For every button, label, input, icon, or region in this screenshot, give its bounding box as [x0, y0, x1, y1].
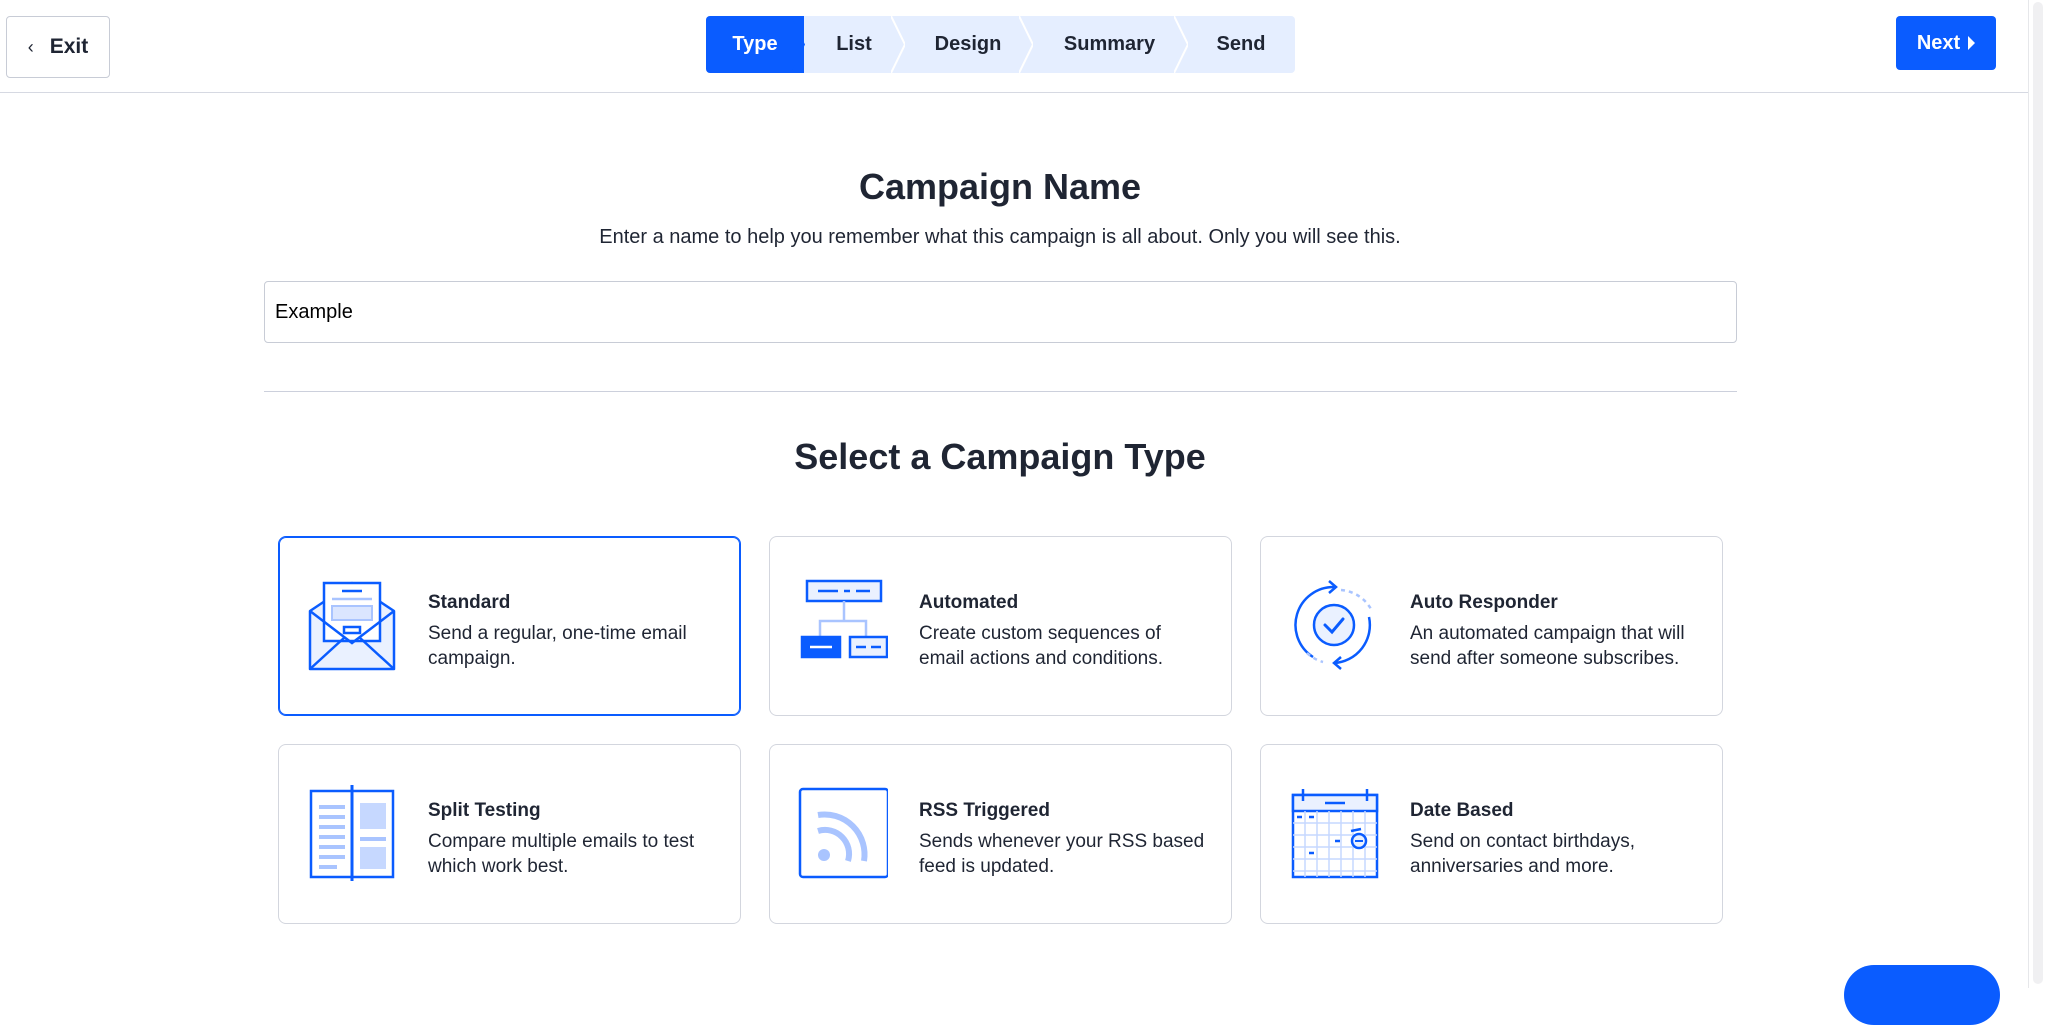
- next-label: Next: [1916, 31, 1961, 54]
- card-description: Send on contact birthdays, anniversaries…: [1410, 831, 1635, 877]
- step-list[interactable]: List: [804, 16, 905, 73]
- step-label: Type: [732, 33, 778, 55]
- card-label: Split Testing: [428, 800, 541, 821]
- card-date-based[interactable]: Date Based Send on contact birthdays, an…: [1260, 744, 1723, 924]
- scrollbar[interactable]: [2028, 0, 2048, 988]
- step-arrow: [891, 16, 905, 73]
- step-progress: Type List Design Summary Send: [706, 16, 1295, 73]
- cycle-check-icon: [1294, 580, 1373, 670]
- step-label: List: [836, 33, 872, 55]
- step-summary[interactable]: Summary: [1032, 16, 1188, 73]
- next-button[interactable]: Next: [1896, 16, 1996, 70]
- step-arrow: [1019, 16, 1033, 73]
- card-description: Send a regular, one-time email campaign.: [428, 623, 687, 669]
- campaign-name-title: Campaign Name: [858, 166, 1142, 207]
- exit-button[interactable]: ‹ Exit: [6, 16, 110, 78]
- card-rss-triggered[interactable]: RSS Triggered Sends whenever your RSS ba…: [769, 744, 1232, 924]
- card-label: Standard: [428, 592, 511, 613]
- calendar-icon: [1291, 789, 1379, 879]
- card-label: Auto Responder: [1410, 592, 1558, 613]
- step-arrow: [1174, 16, 1188, 73]
- step-design[interactable]: Design: [904, 16, 1033, 73]
- card-standard[interactable]: Standard Send a regular, one-time email …: [278, 536, 741, 716]
- section-divider: [264, 391, 1737, 392]
- chevron-left-icon: ‹: [27, 36, 34, 57]
- campaign-name-input[interactable]: [264, 281, 1737, 343]
- rss-icon: [798, 787, 888, 879]
- card-automated[interactable]: Automated Create custom sequences of ema…: [769, 536, 1232, 716]
- step-label: Summary: [1063, 33, 1156, 55]
- workflow-icon: [800, 579, 888, 659]
- step-send[interactable]: Send: [1187, 16, 1295, 73]
- card-description: Sends whenever your RSS based feed is up…: [919, 831, 1205, 877]
- card-label: Date Based: [1410, 800, 1514, 821]
- step-label: Design: [934, 33, 1002, 55]
- split-document-icon: [309, 785, 395, 881]
- campaign-type-title: Select a Campaign Type: [794, 436, 1206, 477]
- card-label: RSS Triggered: [919, 800, 1050, 821]
- caret-right-icon: [1968, 36, 1976, 50]
- step-arrow: [791, 16, 805, 73]
- campaign-name-subtitle: Enter a name to help you remember what t…: [599, 226, 1401, 248]
- card-description: An automated campaign that will send aft…: [1410, 623, 1685, 669]
- scrollbar-thumb[interactable]: [2033, 2, 2043, 984]
- exit-label: Exit: [49, 35, 89, 58]
- card-label: Automated: [919, 592, 1019, 613]
- envelope-icon: [308, 581, 396, 671]
- card-description: Create custom sequences of email actions…: [919, 623, 1163, 669]
- step-label: Send: [1216, 33, 1266, 55]
- card-split-testing[interactable]: Split Testing Compare multiple emails to…: [278, 744, 741, 924]
- top-bar: ‹ Exit Type List Design Summary Send Nex…: [0, 0, 2028, 93]
- card-description: Compare multiple emails to test which wo…: [428, 831, 695, 877]
- step-type[interactable]: Type: [706, 16, 805, 73]
- card-auto-responder[interactable]: Auto Responder An automated campaign tha…: [1260, 536, 1723, 716]
- chat-widget-button[interactable]: [1844, 965, 2000, 1025]
